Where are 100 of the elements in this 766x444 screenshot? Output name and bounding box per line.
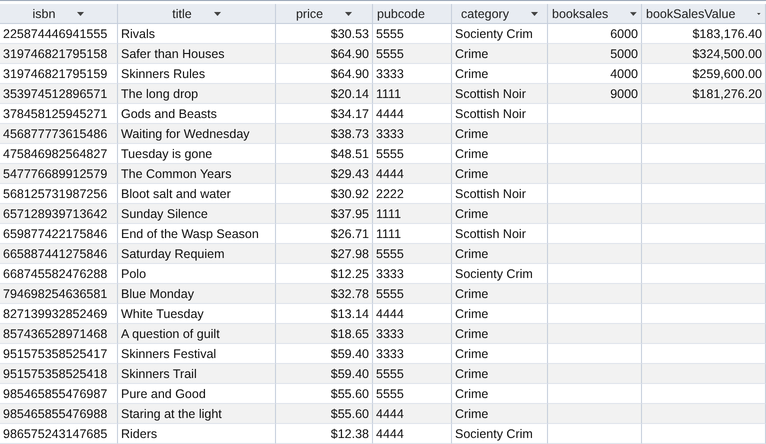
table-cell: 225874446941555: [0, 24, 118, 44]
table-cell: 319746821795159: [0, 64, 118, 84]
table-cell: Staring at the light: [118, 404, 276, 424]
table-cell: 4000: [548, 64, 642, 84]
table-cell: Crime: [452, 304, 548, 324]
table-cell: Saturday Requiem: [118, 244, 276, 264]
table-cell: Polo: [118, 264, 276, 284]
table-cell: $55.60: [276, 404, 373, 424]
table-cell: $48.51: [276, 144, 373, 164]
table-cell: 456877773615486: [0, 124, 118, 144]
table-cell: Scottish Noir: [452, 224, 548, 244]
table-cell: Skinners Trail: [118, 364, 276, 384]
table-cell: 568125731987256: [0, 184, 118, 204]
table-cell: 1111: [373, 224, 452, 244]
table-cell: $324,500.00: [642, 44, 766, 64]
table-cell: 3333: [373, 264, 452, 284]
table-cell: A question of guilt: [118, 324, 276, 344]
table-cell: Crime: [452, 284, 548, 304]
table-cell: $38.73: [276, 124, 373, 144]
table-cell: 659877422175846: [0, 224, 118, 244]
table-cell: $12.38: [276, 424, 373, 444]
dropdown-caret-icon[interactable]: [345, 12, 352, 16]
table-cell: 3333: [373, 344, 452, 364]
table-cell: Crime: [452, 404, 548, 424]
table-cell: Crime: [452, 324, 548, 344]
table-cell: $59.40: [276, 344, 373, 364]
table-cell: Waiting for Wednesday: [118, 124, 276, 144]
table-cell: Crime: [452, 344, 548, 364]
table-cell: Skinners Rules: [118, 64, 276, 84]
table-cell: Pure and Good: [118, 384, 276, 404]
table-cell: Crime: [452, 144, 548, 164]
table-cell: Blue Monday: [118, 284, 276, 304]
table-cell: 6000: [548, 24, 642, 44]
table-cell: $12.25: [276, 264, 373, 284]
table-cell: 1111: [373, 204, 452, 224]
table-cell: Gods and Beasts: [118, 104, 276, 124]
table-cell: $30.53: [276, 24, 373, 44]
table-cell: Crime: [452, 384, 548, 404]
table-cell: 4444: [373, 104, 452, 124]
table-cell: 986575243147685: [0, 424, 118, 444]
table-cell: Sunday Silence: [118, 204, 276, 224]
table-cell: 5555: [373, 244, 452, 264]
table-cell: 985465855476987: [0, 384, 118, 404]
column-header[interactable]: pubcode: [373, 4, 452, 24]
table-cell: 951575358525418: [0, 364, 118, 384]
table-cell: 5555: [373, 384, 452, 404]
column-header[interactable]: bookSalesValue: [642, 4, 766, 24]
table-cell: Tuesday is gone: [118, 144, 276, 164]
table-cell: Bloot salt and water: [118, 184, 276, 204]
dropdown-caret-icon[interactable]: [757, 12, 761, 16]
column-header[interactable]: isbn: [0, 4, 118, 24]
table-cell: 353974512896571: [0, 84, 118, 104]
table-cell: $64.90: [276, 64, 373, 84]
table-cell: The Common Years: [118, 164, 276, 184]
table-cell: Socienty Crim: [452, 424, 548, 444]
table-cell: $30.92: [276, 184, 373, 204]
table-cell: Skinners Festival: [118, 344, 276, 364]
table-cell: 9000: [548, 84, 642, 104]
table-cell: 657128939713642: [0, 204, 118, 224]
table-cell: Scottish Noir: [452, 184, 548, 204]
column-header[interactable]: category: [452, 4, 548, 24]
table-cell: Crime: [452, 44, 548, 64]
table-cell: 378458125945271: [0, 104, 118, 124]
table-cell: 4444: [373, 424, 452, 444]
table-cell: $13.14: [276, 304, 373, 324]
table-cell: 2222: [373, 184, 452, 204]
dropdown-caret-icon[interactable]: [77, 12, 84, 16]
table-cell: Crime: [452, 124, 548, 144]
table-cell: 5000: [548, 44, 642, 64]
table-cell: $259,600.00: [642, 64, 766, 84]
table-cell: Socienty Crim: [452, 264, 548, 284]
table-cell: 4444: [373, 164, 452, 184]
table-cell: $34.17: [276, 104, 373, 124]
table-cell: Rivals: [118, 24, 276, 44]
table-cell: The long drop: [118, 84, 276, 104]
table-cell: 827139932852469: [0, 304, 118, 324]
table-cell: $18.65: [276, 324, 373, 344]
table-cell: Riders: [118, 424, 276, 444]
table-cell: 4444: [373, 404, 452, 424]
dropdown-caret-icon[interactable]: [214, 12, 221, 16]
table-cell: 5555: [373, 364, 452, 384]
column-header[interactable]: title: [118, 4, 276, 24]
table-cell: 668745582476288: [0, 264, 118, 284]
dropdown-caret-icon[interactable]: [630, 12, 637, 16]
table-cell: $27.98: [276, 244, 373, 264]
table-cell: 665887441275846: [0, 244, 118, 264]
table-cell: $181,276.20: [642, 84, 766, 104]
dropdown-caret-icon[interactable]: [530, 12, 538, 16]
table-cell: 3333: [373, 64, 452, 84]
table-cell: 5555: [373, 24, 452, 44]
table-cell: End of the Wasp Season: [118, 224, 276, 244]
column-header[interactable]: booksales: [548, 4, 642, 24]
table-cell: 951575358525417: [0, 344, 118, 364]
table-cell: 5555: [373, 144, 452, 164]
column-header[interactable]: price: [276, 4, 373, 24]
table-cell: 475846982564827: [0, 144, 118, 164]
table-cell: $64.90: [276, 44, 373, 64]
table-cell: 547776689912579: [0, 164, 118, 184]
table-cell: 857436528971468: [0, 324, 118, 344]
table-cell: $32.78: [276, 284, 373, 304]
